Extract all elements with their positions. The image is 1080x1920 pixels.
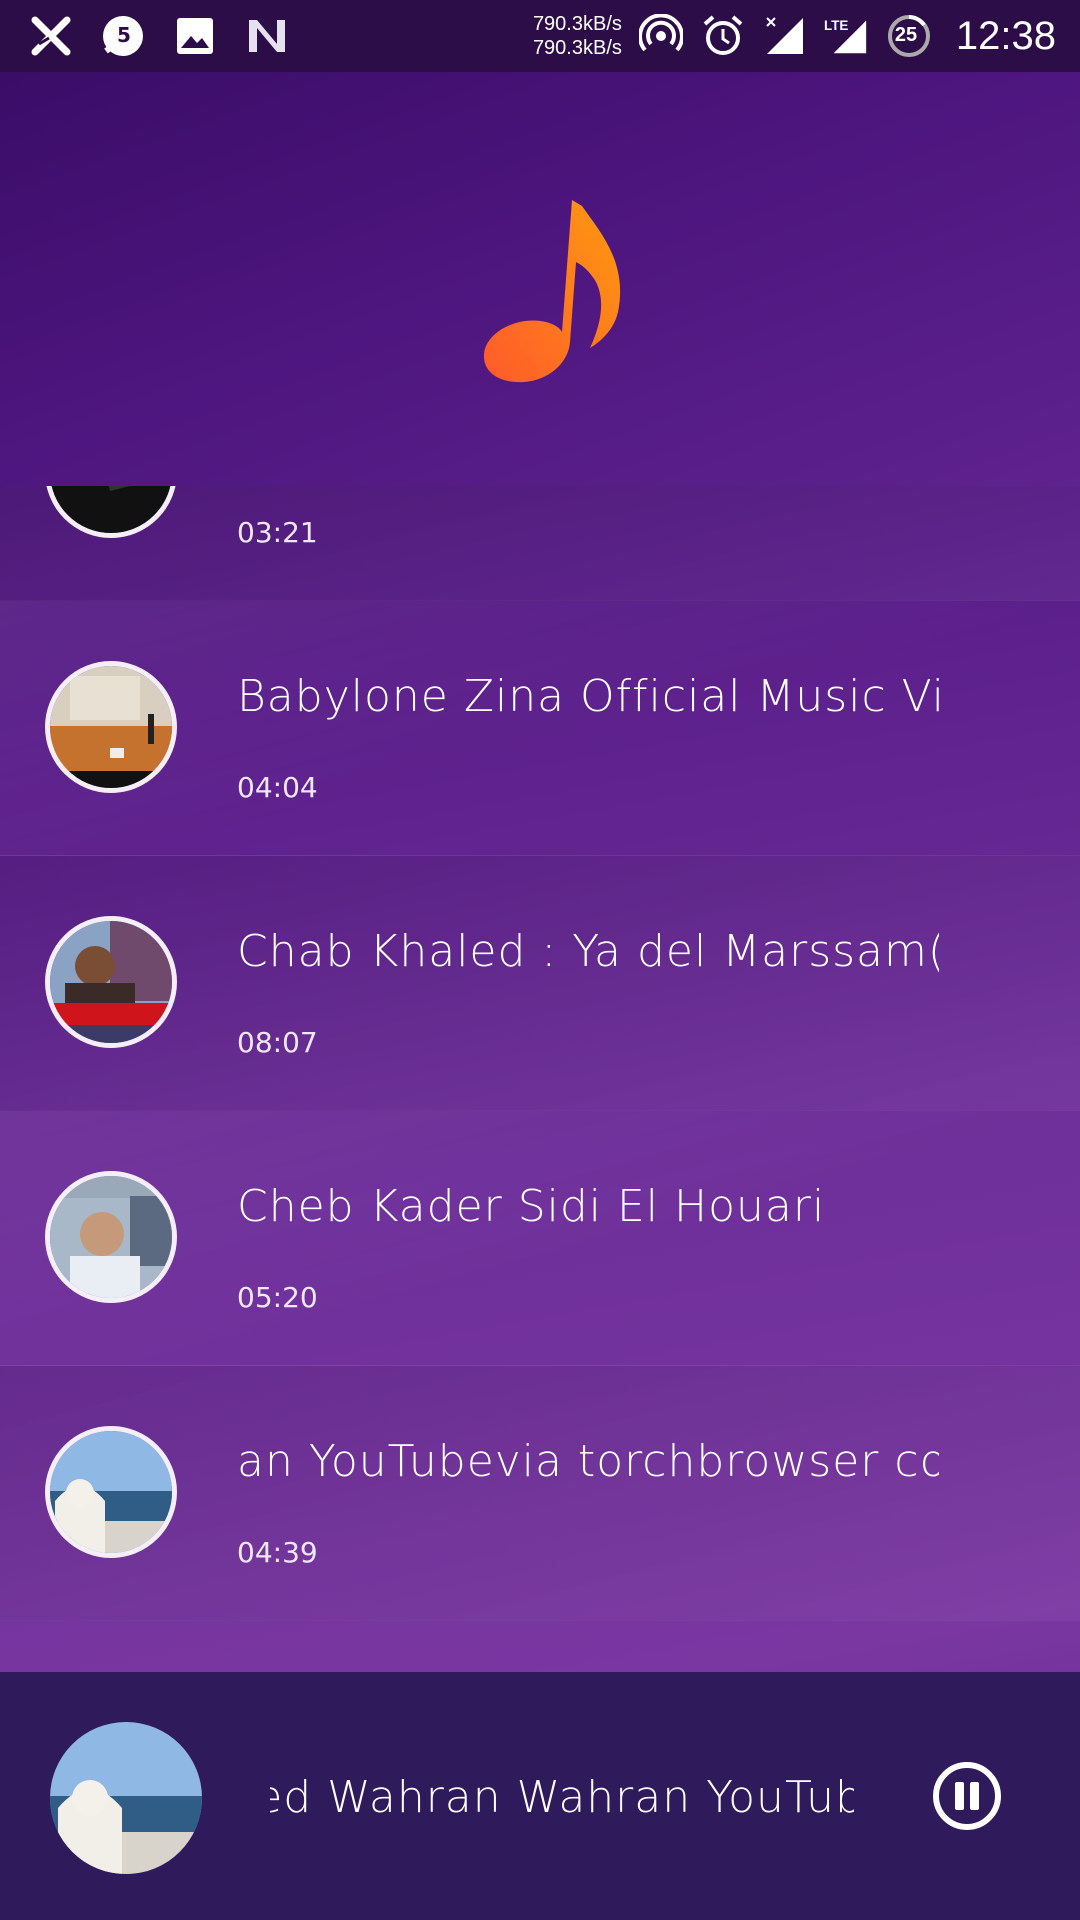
battery-level: 25 (894, 24, 918, 46)
list-item[interactable]: Chab Khaled : Ya del Marssam( 08:07 (0, 856, 1080, 1111)
svg-text:LTE: LTE (824, 18, 848, 33)
clock: 12:38 (955, 13, 1056, 58)
track-thumbnail (45, 1426, 177, 1558)
now-playing-title-text: aled Wahran Wahran YouTube (270, 1772, 854, 1823)
lte-signal-icon: LTE (824, 13, 870, 59)
track-thumbnail (45, 1171, 177, 1303)
track-title: Cheb Kader Sidi El Houari (237, 1181, 826, 1232)
music-note-logo-icon (450, 192, 630, 396)
pause-button[interactable] (932, 1761, 1002, 1831)
chat-notification-icon: 5 (100, 13, 146, 59)
track-duration: 03:21 (237, 516, 318, 549)
hotspot-icon (638, 13, 684, 59)
track-title: Chab Khaled : Ya del Marssam( (237, 926, 939, 977)
now-playing-thumbnail (50, 1722, 202, 1874)
battery-icon: 25 (886, 13, 932, 59)
now-playing-bar[interactable]: aled Wahran Wahran YouTube (0, 1672, 1080, 1920)
now-playing-title: aled Wahran Wahran YouTube (270, 1772, 854, 1823)
track-thumbnail (45, 486, 177, 538)
track-duration: 05:20 (237, 1281, 318, 1314)
track-title: an YouTubevia torchbrowser cor (237, 1436, 939, 1487)
net-speed-up: 790.3kB/s (532, 13, 622, 35)
notification-badge: 5 (117, 23, 131, 47)
list-item[interactable]: an YouTubevia torchbrowser cor 04:39 (0, 1366, 1080, 1621)
image-icon (172, 13, 218, 59)
list-item[interactable]: Cheb Kader Sidi El Houari 05:20 (0, 1111, 1080, 1366)
track-duration: 04:04 (237, 771, 318, 804)
track-duration: 08:07 (237, 1026, 318, 1059)
track-thumbnail (45, 661, 177, 793)
missed-call-icon (28, 13, 74, 59)
pause-icon (933, 1762, 1001, 1830)
track-list[interactable]: 03:21 Babylone Zina Official Music Vic 0… (0, 486, 1080, 1644)
network-speed: 790.3kB/s 790.3kB/s (533, 12, 622, 60)
signal-icon (762, 13, 808, 59)
track-title: Babylone Zina Official Music Vic (237, 671, 939, 722)
list-item[interactable]: 03:21 (0, 486, 1080, 601)
app-header (0, 72, 1080, 486)
n-logo-icon (244, 13, 290, 59)
net-speed-down: 790.3kB/s (532, 37, 622, 59)
track-thumbnail (45, 916, 177, 1048)
track-duration: 04:39 (237, 1536, 318, 1569)
list-item[interactable]: Babylone Zina Official Music Vic 04:04 (0, 601, 1080, 856)
alarm-icon (700, 13, 746, 59)
status-bar: 5 790.3kB/s 790.3kB/s LTE 25 12:38 (0, 0, 1080, 72)
